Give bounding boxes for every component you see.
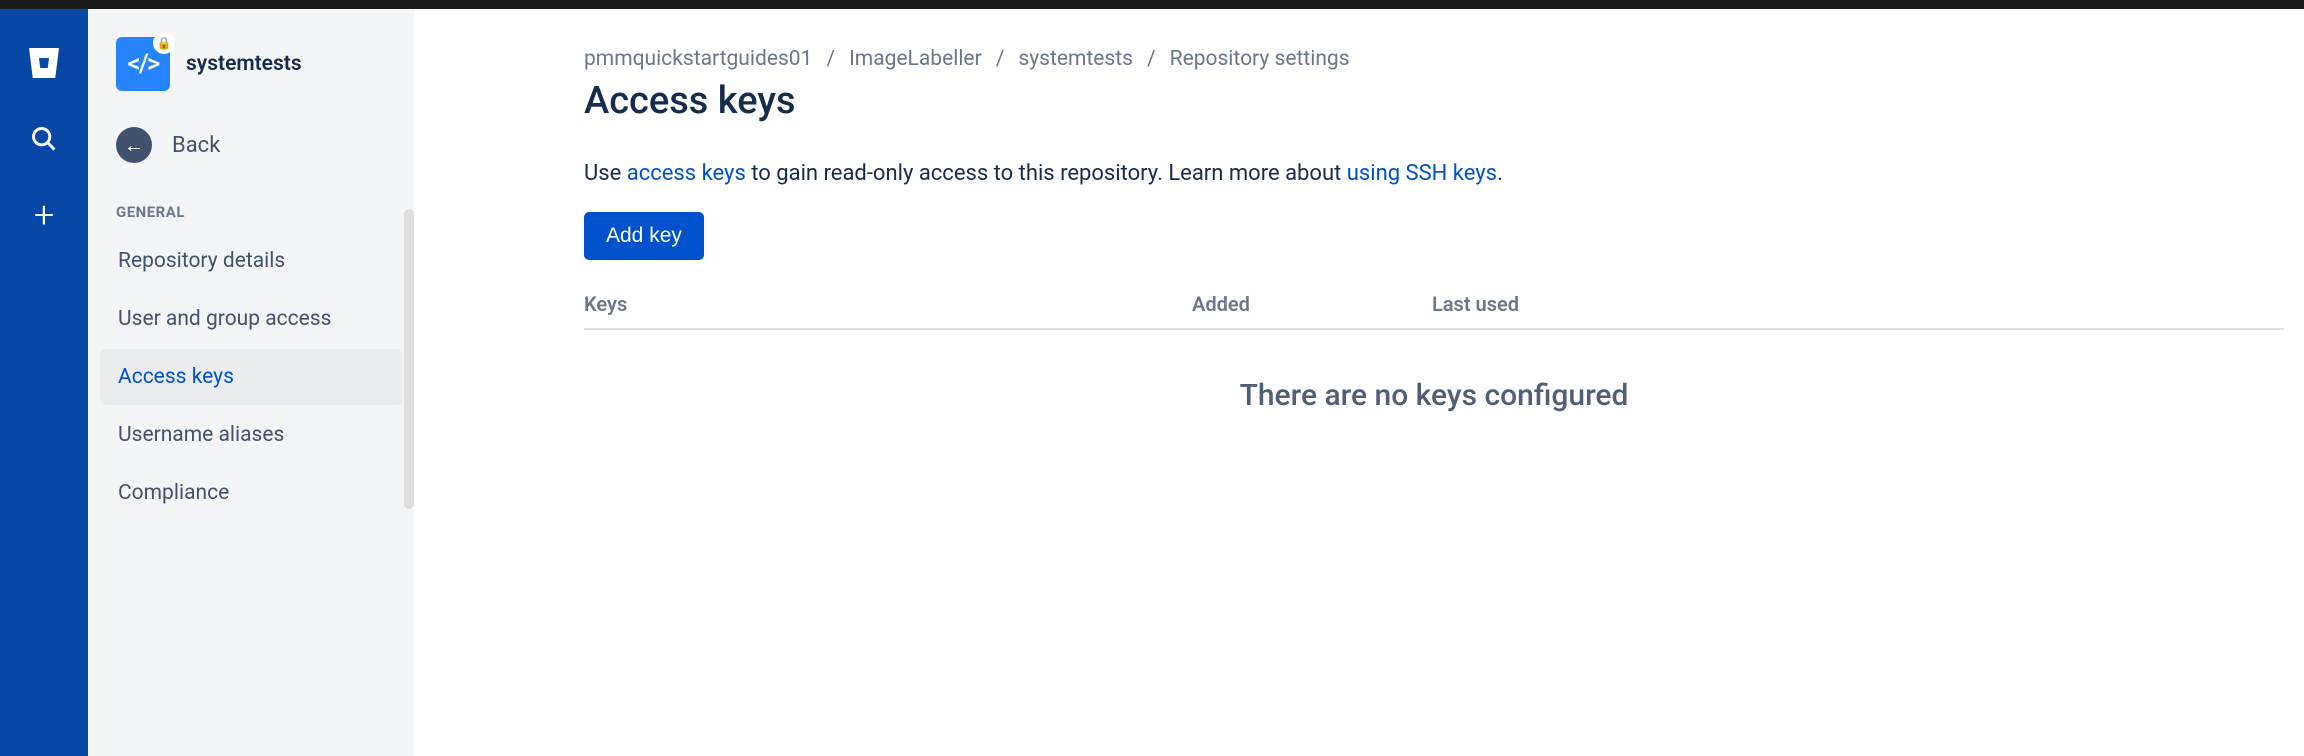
desc-text: to gain read-only access to this reposit… — [746, 161, 1347, 186]
sidebar-item-repository-details[interactable]: Repository details — [100, 233, 402, 289]
bitbucket-logo-icon[interactable] — [20, 39, 68, 87]
desc-text: Use — [584, 161, 627, 186]
window-top-bar — [0, 0, 2304, 9]
add-icon[interactable]: + — [20, 191, 68, 239]
breadcrumb-item-workspace[interactable]: pmmquickstartguides01 — [584, 47, 812, 71]
breadcrumb-separator: / — [826, 47, 835, 71]
sidebar-nav-list: Repository details User and group access… — [88, 233, 414, 523]
sidebar-item-access-keys[interactable]: Access keys — [100, 349, 402, 405]
column-header-lastused: Last used — [1432, 292, 2284, 316]
sidebar-scrollbar[interactable] — [404, 209, 414, 509]
repo-avatar-icon: </> 🔒 — [116, 37, 170, 91]
breadcrumb-separator: / — [996, 47, 1005, 71]
access-keys-link[interactable]: access keys — [627, 161, 746, 186]
repo-name: systemtests — [186, 52, 302, 76]
back-arrow-icon: ← — [116, 127, 152, 163]
back-label: Back — [172, 133, 220, 158]
page-title: Access keys — [584, 79, 2304, 123]
breadcrumb-separator: / — [1147, 47, 1156, 71]
empty-state-message: There are no keys configured — [584, 330, 2284, 413]
column-header-added: Added — [1192, 292, 1432, 316]
sidebar-item-compliance[interactable]: Compliance — [100, 465, 402, 521]
column-header-keys: Keys — [584, 292, 1192, 316]
keys-table-header: Keys Added Last used — [584, 292, 2284, 330]
breadcrumb-item-project[interactable]: ImageLabeller — [849, 47, 982, 71]
breadcrumb-item-repo[interactable]: systemtests — [1018, 47, 1133, 71]
sidebar-item-user-group-access[interactable]: User and group access — [100, 291, 402, 347]
global-nav: + — [0, 9, 88, 756]
sidebar-item-username-aliases[interactable]: Username aliases — [100, 407, 402, 463]
sidebar: </> 🔒 systemtests ← Back GENERAL Reposit… — [88, 9, 414, 756]
page-description: Use access keys to gain read-only access… — [584, 161, 2304, 186]
ssh-keys-link[interactable]: using SSH keys — [1347, 161, 1497, 186]
repo-header: </> 🔒 systemtests — [88, 37, 414, 115]
app-container: + </> 🔒 systemtests ← Back GENERAL Repos… — [0, 9, 2304, 756]
breadcrumb-item-settings[interactable]: Repository settings — [1170, 47, 1350, 71]
desc-text: . — [1497, 161, 1503, 186]
search-icon[interactable] — [20, 115, 68, 163]
code-icon: </> — [128, 49, 159, 79]
main-content: pmmquickstartguides01 / ImageLabeller / … — [414, 9, 2304, 756]
breadcrumb: pmmquickstartguides01 / ImageLabeller / … — [584, 47, 2304, 71]
add-key-button[interactable]: Add key — [584, 212, 704, 260]
back-button[interactable]: ← Back — [88, 115, 414, 175]
lock-icon: 🔒 — [153, 32, 175, 54]
sidebar-section-label: GENERAL — [88, 175, 414, 233]
